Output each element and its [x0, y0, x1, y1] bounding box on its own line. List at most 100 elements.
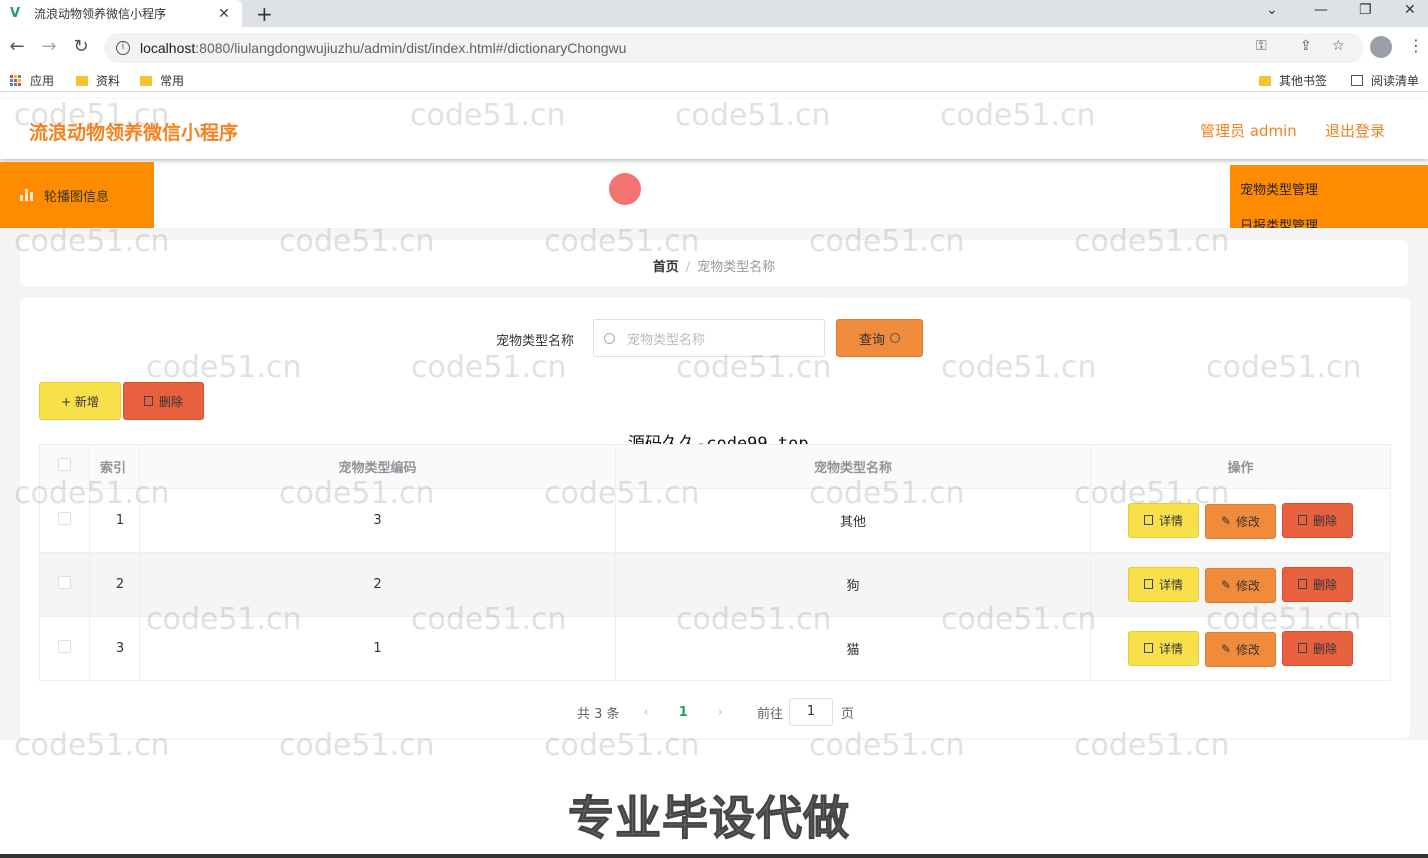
edit-button[interactable]: ✎ 修改: [1205, 631, 1276, 667]
cell-name: 其他: [615, 488, 1091, 553]
promo-banner: 专业毕设代做: [568, 791, 850, 846]
cursor-highlight: [609, 173, 641, 205]
breadcrumb-separator: /: [685, 260, 691, 275]
goto-label: 前往: [757, 706, 784, 722]
search-icon: [890, 333, 900, 343]
close-icon[interactable]: ✕: [216, 6, 232, 22]
star-icon[interactable]: ☆: [1332, 38, 1345, 54]
forward-icon[interactable]: →: [38, 36, 60, 57]
chevron-right-icon[interactable]: ›: [718, 705, 723, 720]
logout-link[interactable]: 退出登录: [1325, 120, 1385, 141]
tab-title: 流浪动物领养微信小程序: [34, 7, 167, 21]
column-header: 操作: [1090, 444, 1391, 489]
reload-icon[interactable]: ↻: [70, 36, 92, 57]
edit-button[interactable]: ✎ 修改: [1205, 567, 1276, 603]
folder-icon: [1259, 75, 1271, 86]
apps-grid-icon: [10, 74, 22, 87]
data-table: 索引 宠物类型编码 宠物类型名称 操作 1 3 其他 详情 ✎ 修改 删除 2 2 狗…: [39, 444, 1391, 681]
app-header: 流浪动物领养微信小程序 管理员 admin 退出登录: [0, 99, 1428, 159]
reading-list-icon: [1351, 75, 1363, 86]
chevron-down-icon[interactable]: ⌄: [1266, 2, 1278, 18]
menu-item-pet-type[interactable]: 宠物类型管理: [1240, 179, 1318, 198]
pagination: 共 3 条 ‹ 1 › 前往 1 页: [577, 698, 854, 726]
browser-tab[interactable]: V 流浪动物领养微信小程序 ✕: [0, 0, 242, 27]
column-header: 索引: [89, 444, 140, 489]
pencil-icon: ✎: [1220, 514, 1232, 528]
bottom-bar: [0, 854, 1428, 858]
table-row: 1 3 其他 详情 ✎ 修改 删除: [39, 488, 1391, 553]
info-icon[interactable]: i: [116, 41, 130, 55]
reading-list[interactable]: 阅读清单: [1351, 72, 1419, 89]
table-row: 2 2 狗 详情 ✎ 修改 删除: [39, 552, 1391, 617]
breadcrumb-home[interactable]: 首页: [653, 260, 679, 275]
bookmark-folder[interactable]: 常用: [140, 72, 184, 89]
table-row: 3 1 猫 详情 ✎ 修改 删除: [39, 616, 1391, 681]
window-close-icon[interactable]: ✕: [1404, 2, 1416, 18]
document-icon: [1143, 643, 1153, 653]
bookmark-apps[interactable]: 应用: [10, 72, 54, 89]
trash-icon: [1297, 515, 1307, 525]
row-checkbox[interactable]: [58, 576, 71, 589]
vue-logo-icon: V: [10, 5, 21, 21]
pencil-icon: ✎: [1220, 578, 1232, 592]
address-bar: ← → ↻ i localhost:8080/liulangdongwujiuz…: [0, 27, 1428, 69]
column-header: 宠物类型编码: [139, 444, 616, 489]
page-suffix: 页: [841, 706, 855, 722]
cell-name: 猫: [615, 616, 1091, 681]
query-button[interactable]: 查询: [836, 319, 923, 357]
page-number[interactable]: 1: [679, 705, 688, 720]
back-icon[interactable]: ←: [6, 36, 28, 57]
trash-icon: [143, 396, 153, 406]
delete-button[interactable]: 删除: [1282, 566, 1353, 602]
cell-code: 3: [139, 488, 616, 553]
search-placeholder: 宠物类型名称: [627, 332, 706, 348]
trash-icon: [1297, 579, 1307, 589]
search-label: 宠物类型名称: [496, 334, 575, 349]
detail-button[interactable]: 详情: [1128, 502, 1199, 538]
delete-button[interactable]: 删除: [1282, 502, 1353, 538]
pencil-icon: ✎: [1220, 642, 1232, 656]
app-title: 流浪动物领养微信小程序: [29, 122, 239, 144]
menu-kebab-icon[interactable]: ⋮: [1408, 36, 1424, 55]
chevron-left-icon[interactable]: ‹: [644, 705, 649, 720]
delete-button[interactable]: 删除: [1282, 630, 1353, 666]
goto-page-input[interactable]: 1: [789, 698, 834, 726]
batch-delete-button[interactable]: 删除: [123, 382, 204, 420]
pagination-total: 共 3 条: [577, 706, 620, 722]
bookmark-other[interactable]: 其他书签: [1259, 72, 1327, 89]
breadcrumb: 首页 / 宠物类型名称: [20, 240, 1408, 286]
edit-button[interactable]: ✎ 修改: [1205, 503, 1276, 539]
key-icon[interactable]: ⚿: [1256, 38, 1267, 54]
document-icon: [1143, 515, 1153, 525]
search-input[interactable]: 宠物类型名称: [593, 319, 825, 357]
minimize-icon[interactable]: —: [1314, 2, 1328, 18]
bookmarks-bar: 应用 资料 常用 其他书签 阅读清单: [0, 69, 1428, 92]
profile-avatar[interactable]: [1370, 36, 1392, 58]
browser-tab-strip: V 流浪动物领养微信小程序 ✕ + ⌄ — ❐ ✕: [0, 0, 1428, 27]
cell-index: 3: [89, 616, 140, 681]
trash-icon: [1297, 643, 1307, 653]
new-tab-icon[interactable]: +: [256, 2, 273, 26]
detail-button[interactable]: 详情: [1128, 566, 1199, 602]
url-text: localhost:8080/liulangdongwujiuzhu/admin…: [140, 40, 627, 56]
detail-button[interactable]: 详情: [1128, 630, 1199, 666]
select-all-checkbox[interactable]: [58, 458, 71, 471]
row-checkbox[interactable]: [58, 640, 71, 653]
cell-code: 2: [139, 552, 616, 617]
add-button[interactable]: + 新增: [39, 382, 121, 420]
folder-icon: [76, 75, 88, 86]
bookmark-folder[interactable]: 资料: [76, 72, 120, 89]
bar-chart-icon: [20, 189, 34, 201]
url-field[interactable]: i localhost:8080/liulangdongwujiuzhu/adm…: [104, 33, 1364, 63]
restore-icon[interactable]: ❐: [1359, 2, 1372, 18]
cell-code: 1: [139, 616, 616, 681]
menu-item-label: 轮播图信息: [44, 189, 110, 205]
share-icon[interactable]: ⇪: [1300, 38, 1312, 54]
breadcrumb-current: 宠物类型名称: [697, 260, 776, 275]
folder-icon: [140, 75, 152, 86]
menu-item-carousel[interactable]: 轮播图信息: [0, 162, 154, 228]
column-header: 宠物类型名称: [615, 444, 1091, 489]
cell-name: 狗: [615, 552, 1091, 617]
document-icon: [1143, 579, 1153, 589]
row-checkbox[interactable]: [58, 512, 71, 525]
